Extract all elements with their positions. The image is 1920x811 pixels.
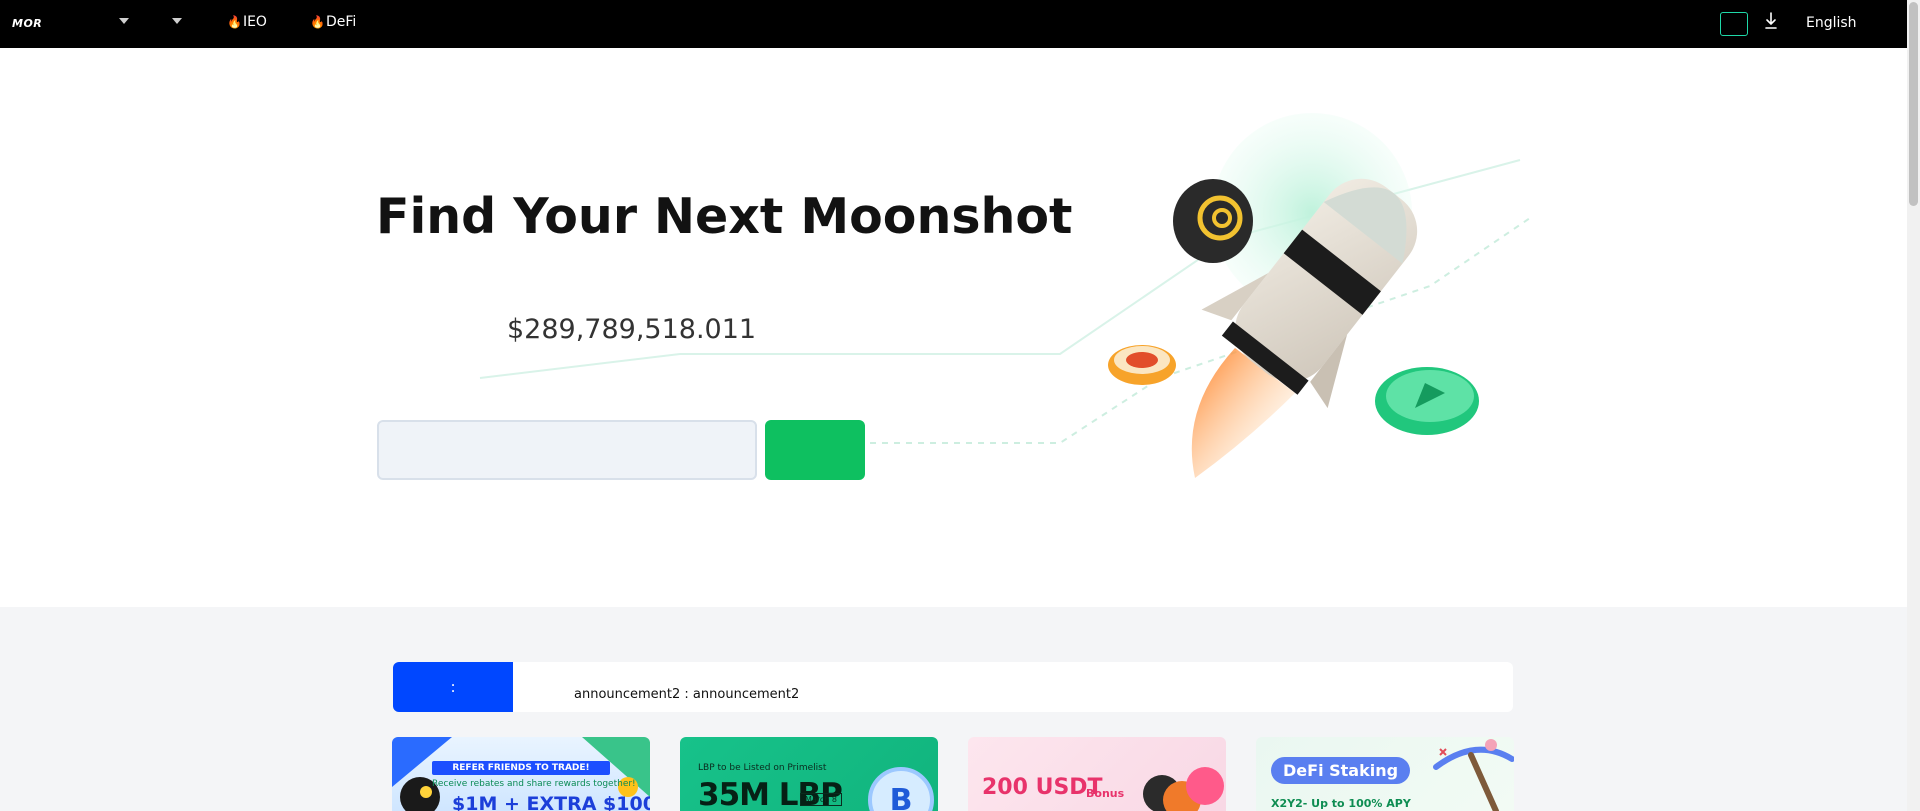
banner-subtitle: X2Y2- Up to 100% APY xyxy=(1271,797,1411,810)
top-nav: MOR 🔥 IEO 🔥 DeFi English xyxy=(0,0,1907,48)
lower-section: : announcement2 : announcement2 REFER FR… xyxy=(0,607,1907,811)
scrollbar-thumb[interactable] xyxy=(1909,2,1918,206)
page-title: Find Your Next Moonshot xyxy=(376,188,1073,245)
search-input[interactable] xyxy=(377,420,757,480)
banner-subtitle: Receive rebates and share rewards togeth… xyxy=(432,779,636,789)
search-button[interactable] xyxy=(765,420,865,480)
banner-lbp-listing[interactable]: LBP to be Listed on Primelist 35M LBP Ma… xyxy=(680,737,938,811)
banner-refer-friends[interactable]: REFER FRIENDS TO TRADE! Receive rebates … xyxy=(392,737,650,811)
lbp-coin-icon: B xyxy=(868,767,934,811)
announcement-text[interactable]: announcement2 : announcement2 xyxy=(574,687,799,702)
total-value-amount: $289,789,518.011 xyxy=(507,314,757,345)
nav-link-defi[interactable]: 🔥 DeFi xyxy=(310,14,356,30)
banner-amount: 200 USDT xyxy=(982,775,1103,800)
nav-link-ieo[interactable]: 🔥 IEO xyxy=(227,14,267,30)
banner-defi-staking[interactable]: DeFi Staking X2Y2- Up to 100% APY xyxy=(1256,737,1514,811)
nav-link-label: DeFi xyxy=(325,14,357,30)
language-selector[interactable]: English xyxy=(1806,15,1857,31)
chevron-down-icon[interactable] xyxy=(172,18,182,24)
hero-section: Find Your Next Moonshot $289,789,518.011 xyxy=(0,48,1907,607)
fire-icon: 🔥 xyxy=(227,15,242,29)
download-icon[interactable] xyxy=(1764,11,1778,31)
pickaxe-icon xyxy=(1433,739,1514,811)
rocket-illustration xyxy=(479,113,1531,478)
banner-amount: $1M + EXTRA $100K xyxy=(452,793,650,811)
logo[interactable]: MOR xyxy=(12,17,42,30)
banner-bonus-label: Bonus xyxy=(1086,787,1125,800)
fire-icon: 🔥 xyxy=(310,15,325,29)
banner-heading: REFER FRIENDS TO TRADE! xyxy=(432,761,610,775)
nav-link-label: IEO xyxy=(242,14,267,30)
chevron-down-icon[interactable] xyxy=(119,18,129,24)
wallet-button[interactable] xyxy=(1720,12,1748,36)
announcement-tag: : xyxy=(393,662,513,712)
banner-heading: LBP to be Listed on Primelist xyxy=(698,763,827,773)
page-scrollbar[interactable] xyxy=(1907,0,1920,811)
banner-heading: DeFi Staking xyxy=(1271,757,1411,784)
banner-usdt-bonus[interactable]: 200 USDT Bonus xyxy=(968,737,1226,811)
banner-date: March 8 xyxy=(800,793,843,806)
coin-icon xyxy=(1186,767,1224,805)
announcement-bar[interactable]: : announcement2 : announcement2 xyxy=(393,662,1513,712)
